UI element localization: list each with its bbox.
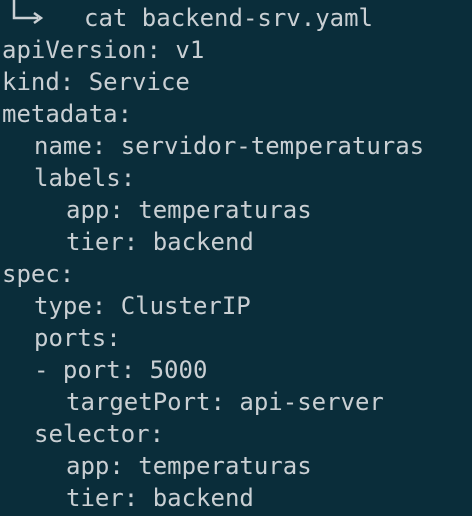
yaml-line: tier: backend xyxy=(66,228,254,256)
yaml-line: - port: 5000 xyxy=(34,356,208,384)
yaml-line: app: temperaturas xyxy=(66,452,312,480)
command-text: cat backend-srv.yaml xyxy=(84,4,373,32)
yaml-line: metadata: xyxy=(2,100,133,128)
yaml-line: app: temperaturas xyxy=(66,196,312,224)
yaml-line: tier: backend xyxy=(66,484,254,512)
yaml-line: selector: xyxy=(34,420,165,448)
yaml-line: targetPort: api-server xyxy=(66,388,384,416)
yaml-line: type: ClusterIP xyxy=(34,292,251,320)
terminal-window[interactable]: cat backend-srv.yaml apiVersion: v1 kind… xyxy=(0,0,472,516)
yaml-line: apiVersion: v1 xyxy=(2,36,205,64)
yaml-line: labels: xyxy=(34,164,136,192)
yaml-line: name: servidor-temperaturas xyxy=(34,132,425,160)
yaml-line: kind: Service xyxy=(2,68,190,96)
yaml-line: ports: xyxy=(34,324,121,352)
prompt-arrow-icon xyxy=(12,0,44,25)
yaml-line: spec: xyxy=(2,260,75,288)
prompt-line: cat backend-srv.yaml xyxy=(2,0,373,34)
